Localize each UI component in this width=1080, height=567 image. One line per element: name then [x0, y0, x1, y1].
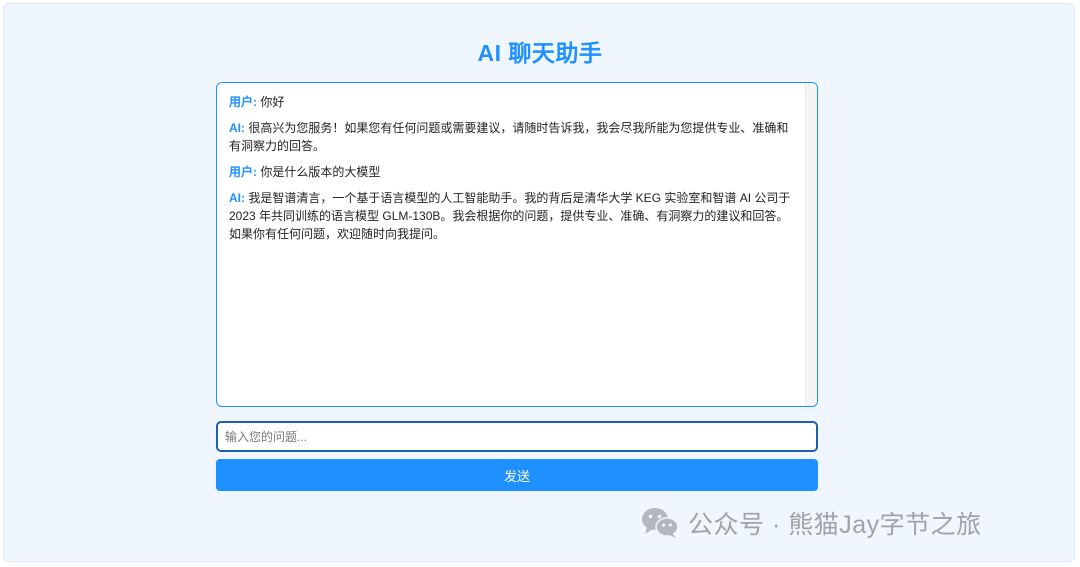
chat-scrollbar[interactable]: [805, 83, 817, 406]
chat-message-list: 用户: 你好 AI: 很高兴为您服务！如果您有任何问题或需要建议，请随时告诉我，…: [217, 83, 805, 406]
wechat-icon: [642, 508, 679, 538]
chat-message-ai: AI: 我是智谱清言，一个基于语言模型的人工智能助手。我的背后是清华大学 KEG…: [229, 189, 793, 243]
message-speaker: 用户:: [229, 165, 257, 179]
watermark-text: 公众号 · 熊猫Jay字节之旅: [688, 511, 982, 539]
chat-message-user: 用户: 你是什么版本的大模型: [229, 163, 793, 181]
message-text: 我是智谱清言，一个基于语言模型的人工智能助手。我的背后是清华大学 KEG 实验室…: [229, 191, 791, 241]
question-input-container: [216, 421, 818, 452]
send-button[interactable]: 发送: [216, 459, 818, 491]
chat-message-user: 用户: 你好: [229, 93, 793, 111]
message-text: 你是什么版本的大模型: [260, 165, 381, 179]
chat-message-ai: AI: 很高兴为您服务！如果您有任何问题或需要建议，请随时告诉我，我会尽我所能为…: [229, 119, 793, 155]
question-input[interactable]: [216, 421, 818, 452]
page-title: AI 聊天助手: [477, 40, 603, 66]
message-text: 你好: [260, 95, 285, 109]
message-text: 很高兴为您服务！如果您有任何问题或需要建议，请随时告诉我，我会尽我所能为您提供专…: [229, 121, 789, 153]
message-speaker: AI:: [229, 121, 245, 135]
watermark: 公众号 · 熊猫Jay字节之旅: [640, 505, 982, 541]
chat-history-panel[interactable]: 用户: 你好 AI: 很高兴为您服务！如果您有任何问题或需要建议，请随时告诉我，…: [216, 82, 818, 407]
message-speaker: 用户:: [229, 95, 257, 109]
message-speaker: AI:: [229, 191, 245, 205]
